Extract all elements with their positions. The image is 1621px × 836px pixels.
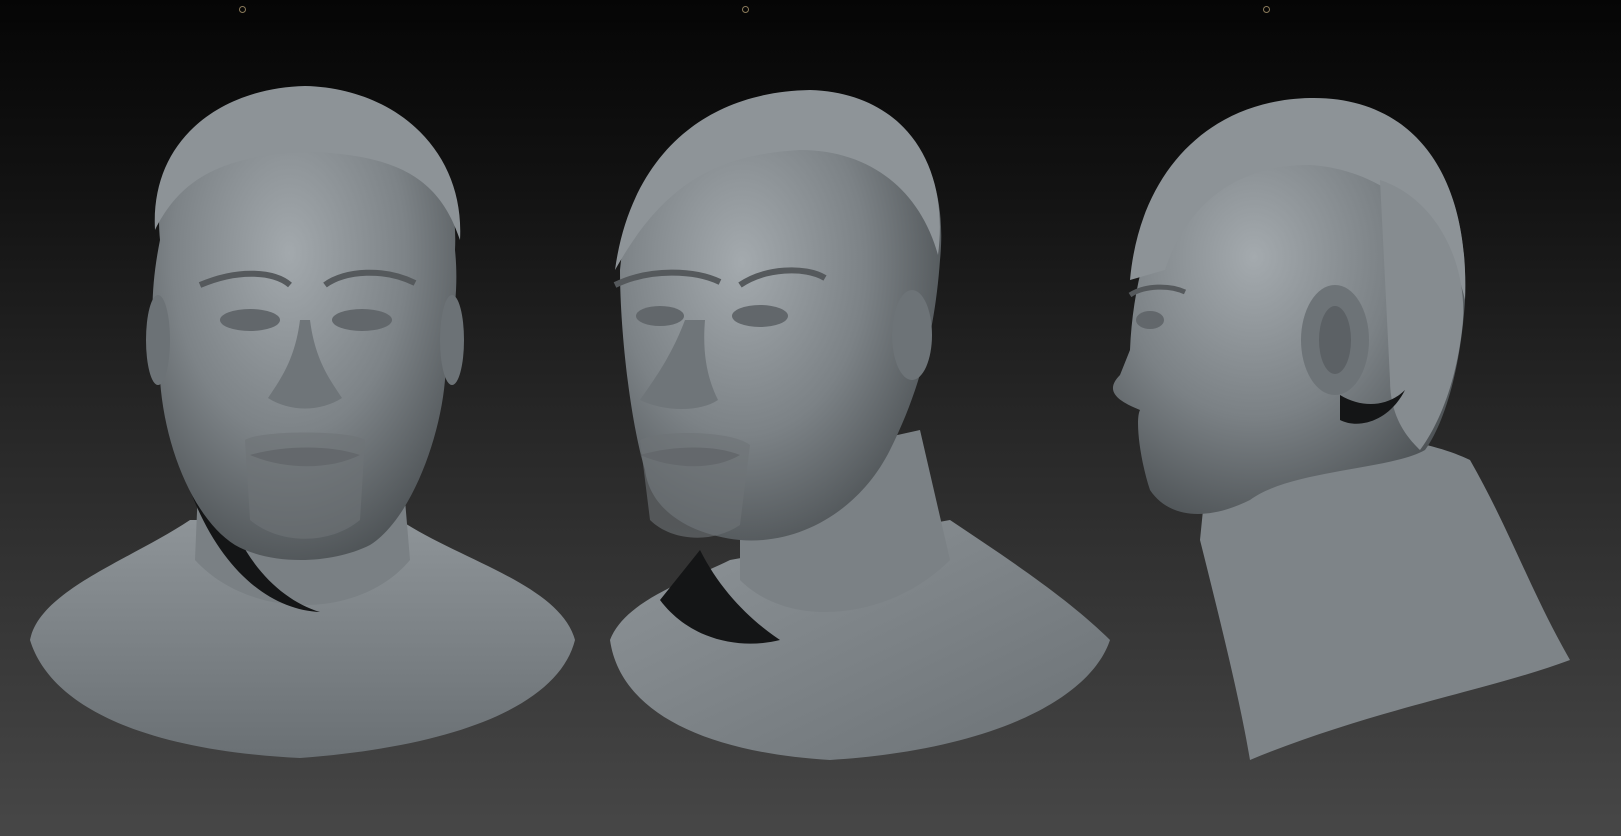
ear-left xyxy=(146,295,170,385)
eye-right xyxy=(732,305,788,327)
bust-front-view xyxy=(30,86,575,758)
ear-right xyxy=(440,295,464,385)
eye-left xyxy=(636,306,684,326)
sculpt-viewport[interactable] xyxy=(0,0,1621,836)
eye-right xyxy=(332,309,392,331)
ear xyxy=(892,290,932,380)
eye xyxy=(1136,311,1164,329)
bust-three-quarter-view xyxy=(610,90,1110,760)
goatee xyxy=(640,433,750,538)
eye-left xyxy=(220,309,280,331)
bust-side-view xyxy=(1112,97,1570,760)
goatee xyxy=(245,432,365,539)
